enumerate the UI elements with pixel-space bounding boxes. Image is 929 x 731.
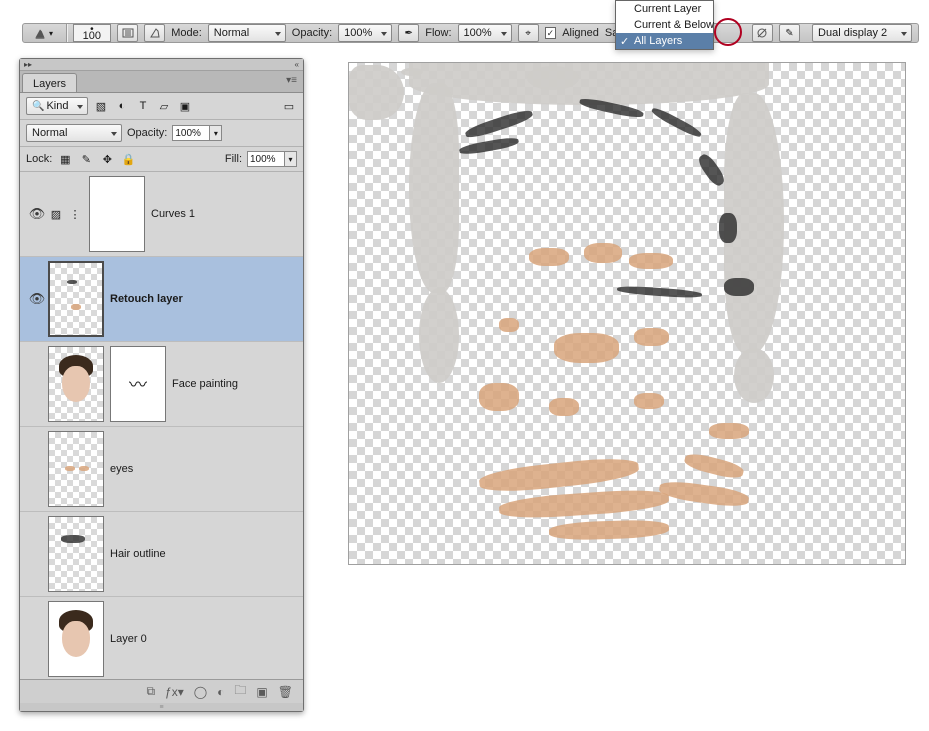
brush-size-value: 100 (83, 33, 101, 40)
link-mask-icon: ⋮ (67, 206, 83, 222)
layer-mask-thumb[interactable]: 〰 (110, 346, 166, 422)
clone-source-panel-icon[interactable] (144, 24, 165, 42)
visibility-toggle[interactable]: 👁 (26, 206, 48, 222)
sample-option-current[interactable]: Current Layer (616, 1, 713, 17)
blend-mode-value: Normal (214, 27, 249, 39)
pressure-size-icon[interactable]: ✎ (779, 24, 800, 42)
layer-row[interactable]: 👁 Retouch layer (20, 257, 303, 342)
layers-panel: ▸▸ « Layers ▾≡ 🔍 Kind ▧ ◐ T ▱ ▣ ▭ Normal… (19, 58, 304, 712)
fill-input[interactable] (247, 151, 285, 167)
lock-label: Lock: (26, 153, 52, 165)
layer-thumb[interactable] (48, 431, 104, 507)
airbrush-icon[interactable]: ⌖ (518, 24, 539, 42)
flow-field[interactable]: 100% (458, 24, 512, 42)
layers-footer: ⧉ ƒx▾ ◯ ◐ 🗀 ▣ 🗑 (20, 679, 303, 703)
close-icon[interactable]: « (295, 60, 299, 69)
lock-row: Lock: ▦ ✎ ✥ 🔒 Fill: ▾ (20, 147, 303, 172)
layer-name[interactable]: Layer 0 (110, 633, 147, 645)
sample-option-current-below[interactable]: Current & Below (616, 17, 713, 33)
add-mask-icon[interactable]: ◯ (194, 685, 207, 699)
blend-mode-select[interactable]: Normal (208, 24, 286, 42)
clone-stamp-tool-icon[interactable]: ▾ (33, 26, 60, 40)
curves-icon: ▨ (48, 206, 64, 222)
fill-label: Fill: (225, 153, 242, 165)
layer-fx-icon[interactable]: ƒx▾ (165, 685, 184, 699)
delete-layer-icon[interactable]: 🗑 (278, 685, 293, 699)
options-bar: ▾ • 100 Mode: Normal Opacity: 100% ✒ Flo… (22, 23, 919, 43)
fill-step-icon[interactable]: ▾ (285, 151, 297, 167)
sample-dropdown-menu[interactable]: Current Layer Current & Below All Layers (615, 0, 714, 50)
filter-kind-label: Kind (46, 100, 68, 112)
layer-row[interactable]: 〰 Face painting (20, 342, 303, 427)
layer-name[interactable]: eyes (110, 463, 133, 475)
flow-value: 100% (464, 27, 492, 39)
layer-mask-thumb[interactable] (89, 176, 145, 252)
opacity-field[interactable]: 100% (338, 24, 392, 42)
layer-filter-row: 🔍 Kind ▧ ◐ T ▱ ▣ ▭ (20, 93, 303, 120)
panel-menu-icon[interactable]: ▾≡ (280, 71, 303, 92)
layer-thumb[interactable] (48, 516, 104, 592)
lock-transparent-icon[interactable]: ▦ (57, 151, 73, 167)
layer-opacity-input[interactable] (172, 125, 210, 141)
lock-paint-icon[interactable]: ✎ (78, 151, 94, 167)
workspace-select[interactable]: Dual display 2 (812, 24, 912, 42)
filter-kind-select[interactable]: 🔍 Kind (26, 97, 88, 115)
layer-name[interactable]: Retouch layer (110, 293, 183, 305)
layer-opacity-label: Opacity: (127, 127, 167, 139)
layer-opacity-field[interactable]: ▾ (172, 125, 222, 141)
mode-label: Mode: (171, 27, 202, 39)
tab-layers[interactable]: Layers (22, 73, 77, 92)
lock-position-icon[interactable]: ✥ (99, 151, 115, 167)
document-canvas[interactable] (348, 62, 906, 565)
sample-option-all[interactable]: All Layers (616, 33, 713, 49)
layer-list: 👁 ▨ ⋮ Curves 1 👁 Retouch layer 〰 (20, 172, 303, 679)
layer-name[interactable]: Hair outline (110, 548, 166, 560)
filter-toggle-switch[interactable]: ▭ (281, 98, 297, 114)
blend-row: Normal Opacity: ▾ (20, 120, 303, 147)
panel-dragbar[interactable]: ▸▸ « (20, 59, 303, 71)
layer-row[interactable]: eyes (20, 427, 303, 512)
filter-shape-icon[interactable]: ▱ (156, 98, 172, 114)
pressure-opacity-icon[interactable]: ✒ (398, 24, 419, 42)
filter-smart-icon[interactable]: ▣ (177, 98, 193, 114)
opacity-step-icon[interactable]: ▾ (210, 125, 222, 141)
filter-adjust-icon[interactable]: ◐ (114, 98, 130, 114)
link-layers-icon[interactable]: ⧉ (146, 684, 155, 699)
flow-label: Flow: (425, 27, 451, 39)
new-adjustment-icon[interactable]: ◐ (217, 685, 224, 699)
layer-blend-mode-select[interactable]: Normal (26, 124, 122, 142)
layer-row[interactable]: Hair outline (20, 512, 303, 597)
panel-tabs: Layers ▾≡ (20, 71, 303, 93)
workspace-value: Dual display 2 (818, 27, 887, 39)
layer-thumb[interactable] (48, 346, 104, 422)
strokes-icon: 〰 (111, 347, 165, 421)
ignore-adjustment-layers-icon[interactable] (752, 24, 773, 42)
new-layer-icon[interactable]: ▣ (256, 685, 267, 699)
new-group-icon[interactable]: 🗀 (234, 681, 246, 702)
brush-preset-picker[interactable]: • 100 (73, 24, 111, 42)
resize-grip[interactable] (20, 703, 303, 711)
layer-name[interactable]: Face painting (172, 378, 238, 390)
layer-blend-mode-value: Normal (32, 127, 67, 139)
filter-pixel-icon[interactable]: ▧ (93, 98, 109, 114)
lock-all-icon[interactable]: 🔒 (120, 151, 136, 167)
aligned-checkbox[interactable]: ✓ (545, 27, 557, 39)
opacity-label: Opacity: (292, 27, 332, 39)
visibility-toggle[interactable]: 👁 (26, 291, 48, 307)
brush-panel-toggle-icon[interactable] (117, 24, 138, 42)
filter-type-icon[interactable]: T (135, 98, 151, 114)
fill-field[interactable]: ▾ (247, 151, 297, 167)
aligned-label: Aligned (562, 27, 599, 39)
layer-row[interactable]: Layer 0 (20, 597, 303, 679)
layer-thumb[interactable] (48, 261, 104, 337)
opacity-value: 100% (344, 27, 372, 39)
tab-label: Layers (33, 78, 66, 90)
layer-name[interactable]: Curves 1 (151, 208, 195, 220)
divider (66, 24, 67, 42)
adjustment-icons: ▨ ⋮ (48, 206, 83, 222)
collapse-icon[interactable]: ▸▸ (24, 60, 32, 69)
layer-thumb[interactable] (48, 601, 104, 677)
layer-row[interactable]: 👁 ▨ ⋮ Curves 1 (20, 172, 303, 257)
